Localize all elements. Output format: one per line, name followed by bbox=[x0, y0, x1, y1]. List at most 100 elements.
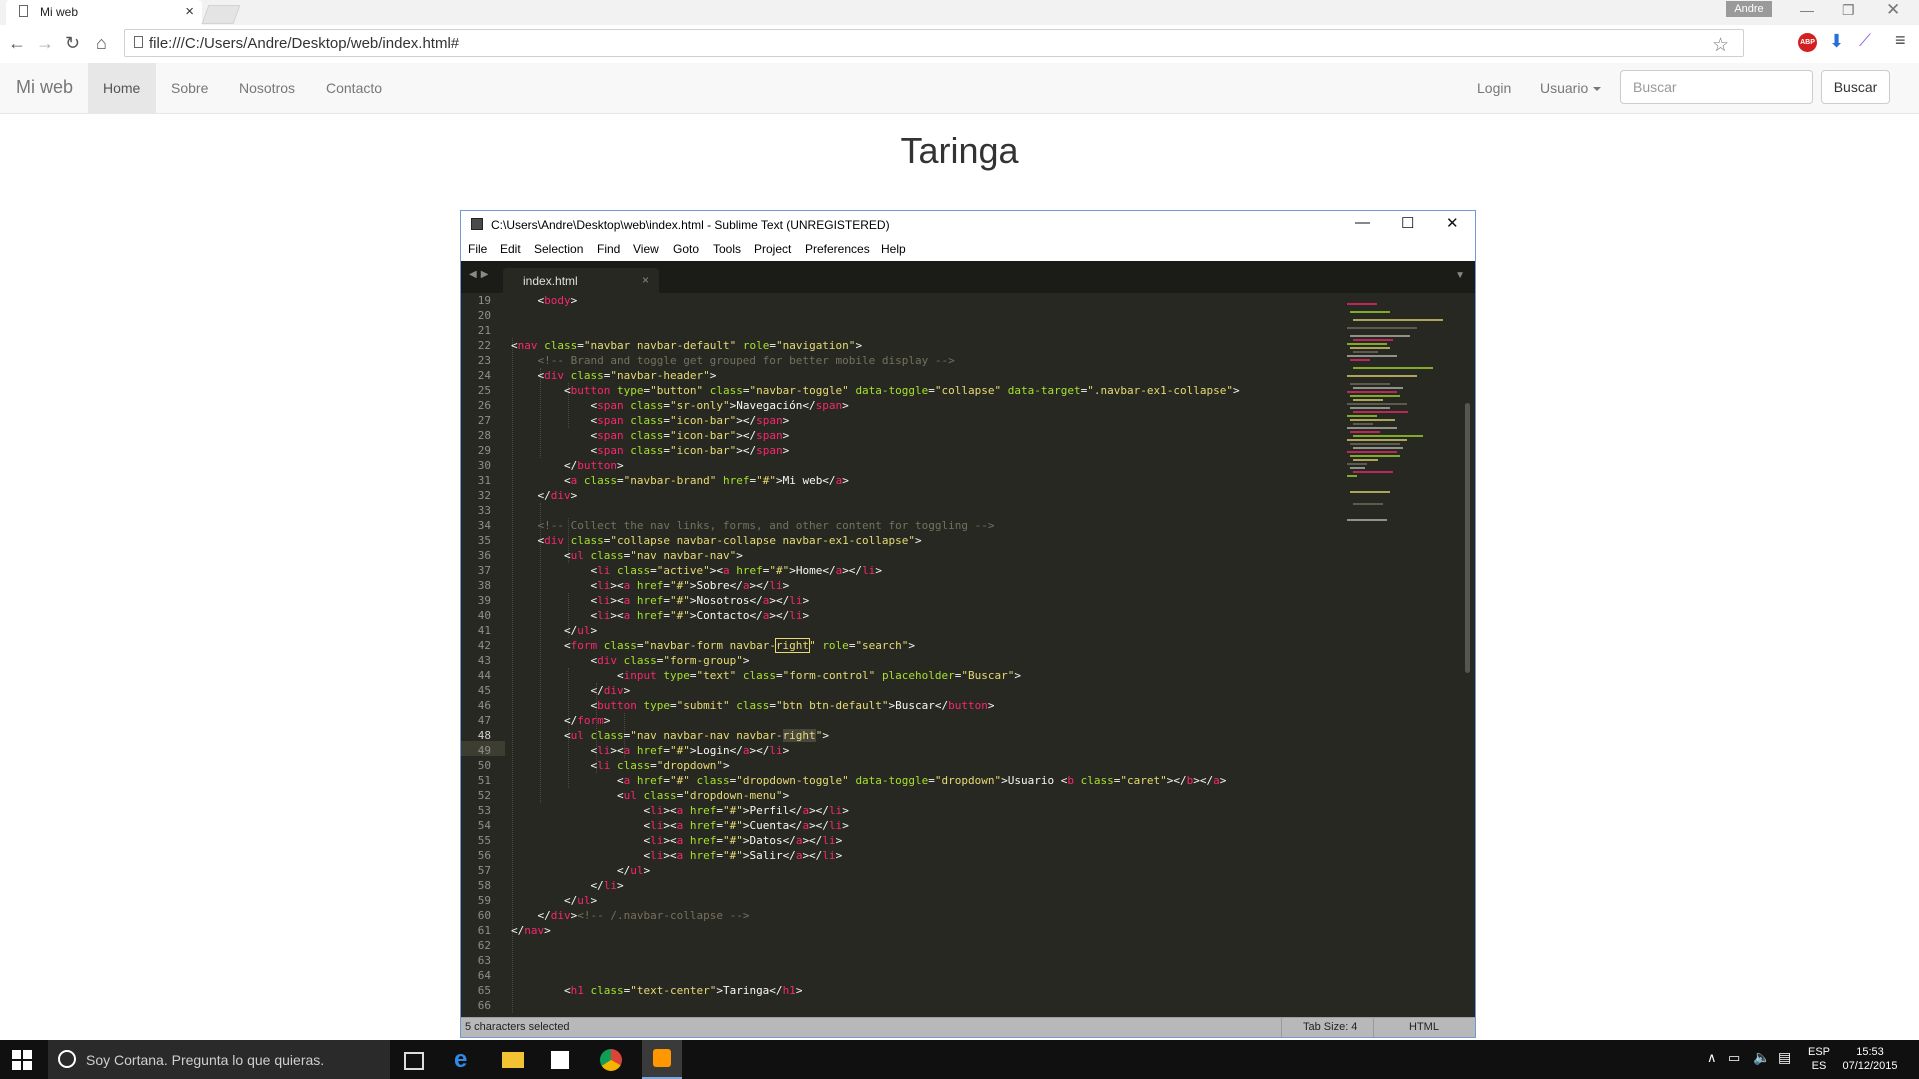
minimap-line bbox=[1350, 383, 1390, 385]
input-language[interactable]: ESP ES bbox=[1808, 1045, 1830, 1073]
menu-goto[interactable]: Goto bbox=[673, 242, 699, 256]
user-profile-badge[interactable]: Andre bbox=[1726, 1, 1772, 17]
minimize-icon[interactable]: — bbox=[1800, 2, 1814, 18]
line-number: 53 bbox=[477, 804, 491, 817]
bookmark-star-icon[interactable]: ☆ bbox=[1712, 34, 1729, 57]
minimap[interactable] bbox=[1341, 293, 1451, 1017]
nav-nosotros[interactable]: Nosotros bbox=[239, 80, 295, 96]
page-icon bbox=[19, 5, 28, 17]
editor-tab-label: index.html bbox=[523, 274, 578, 288]
sublime-maximize-icon[interactable]: ☐ bbox=[1401, 214, 1414, 232]
line-number: 26 bbox=[477, 399, 491, 412]
tab-size-status[interactable]: Tab Size: 4 bbox=[1303, 1021, 1357, 1033]
nav-login[interactable]: Login bbox=[1477, 80, 1511, 96]
navbar-brand[interactable]: Mi web bbox=[16, 77, 73, 98]
minimap-line bbox=[1353, 339, 1393, 341]
tray-expand-icon[interactable]: ∧ bbox=[1707, 1050, 1717, 1066]
line-number: 62 bbox=[477, 939, 491, 952]
nav-sobre[interactable]: Sobre bbox=[171, 80, 208, 96]
minimap-line bbox=[1353, 387, 1403, 389]
system-clock[interactable]: 15:53 07/12/2015 bbox=[1836, 1045, 1904, 1073]
line-number: 64 bbox=[477, 969, 491, 982]
task-view-icon[interactable] bbox=[404, 1052, 424, 1070]
nav-contacto[interactable]: Contacto bbox=[326, 80, 382, 96]
tab-nav-arrows-icon[interactable]: ◀▶ bbox=[469, 269, 492, 280]
line-number: 63 bbox=[477, 954, 491, 967]
line-number: 29 bbox=[477, 444, 491, 457]
cortana-search-box[interactable]: Soy Cortana. Pregunta lo que quieras. bbox=[48, 1040, 390, 1079]
editor-scrollbar[interactable] bbox=[1465, 403, 1470, 673]
line-number: 33 bbox=[477, 504, 491, 517]
edge-icon[interactable]: e bbox=[454, 1046, 480, 1073]
editor-tab-close-icon[interactable]: × bbox=[642, 273, 649, 287]
line-number: 23 bbox=[477, 354, 491, 367]
adblock-icon[interactable]: ABP bbox=[1798, 33, 1817, 52]
minimap-line bbox=[1350, 419, 1395, 421]
close-icon[interactable]: ✕ bbox=[1886, 0, 1900, 20]
menu-help[interactable]: Help bbox=[881, 242, 906, 256]
reload-icon[interactable]: ↻ bbox=[65, 33, 80, 54]
menu-file[interactable]: File bbox=[468, 242, 487, 256]
menu-find[interactable]: Find bbox=[597, 242, 620, 256]
restore-icon[interactable]: ❐ bbox=[1842, 2, 1855, 19]
code-line-46: <button type="submit" class="btn btn-def… bbox=[511, 699, 995, 712]
back-icon[interactable]: ← bbox=[8, 33, 26, 54]
address-bar[interactable]: file:///C:/Users/Andre/Desktop/web/index… bbox=[124, 29, 1744, 57]
minimap-line bbox=[1353, 423, 1373, 425]
store-icon[interactable] bbox=[551, 1051, 569, 1069]
menu-project[interactable]: Project bbox=[754, 242, 791, 256]
sublime-minimize-icon[interactable]: — bbox=[1355, 214, 1370, 231]
syntax-status[interactable]: HTML bbox=[1409, 1021, 1439, 1033]
sublime-close-icon[interactable]: ✕ bbox=[1446, 214, 1459, 232]
line-number: 54 bbox=[477, 819, 491, 832]
line-number: 37 bbox=[477, 564, 491, 577]
code-line-43: <div class="form-group"> bbox=[511, 654, 750, 667]
menu-preferences[interactable]: Preferences bbox=[805, 242, 870, 256]
nav-home[interactable]: Home bbox=[103, 80, 140, 96]
sublime-titlebar[interactable]: C:\Users\Andre\Desktop\web\index.html - … bbox=[461, 211, 1475, 238]
network-icon[interactable]: ▭ bbox=[1728, 1050, 1740, 1066]
new-tab-button[interactable] bbox=[201, 5, 241, 24]
menu-selection[interactable]: Selection bbox=[534, 242, 583, 256]
forward-icon[interactable]: → bbox=[36, 33, 54, 54]
editor-tab[interactable]: index.html × bbox=[503, 268, 659, 293]
tab-dropdown-icon[interactable]: ▼ bbox=[1455, 270, 1465, 281]
volume-icon[interactable]: 🔈 bbox=[1753, 1049, 1770, 1066]
menu-tools[interactable]: Tools bbox=[713, 242, 741, 256]
code-line-19: <body> bbox=[511, 294, 578, 307]
minimap-line bbox=[1347, 355, 1397, 357]
line-number: 40 bbox=[477, 609, 491, 622]
code-line-50: <li class="dropdown"> bbox=[511, 759, 730, 772]
code-line-65: <h1 class="text-center">Taringa</h1> bbox=[511, 984, 803, 997]
nav-usuario-dropdown[interactable]: Usuario bbox=[1540, 80, 1602, 96]
action-center-icon[interactable]: ▤ bbox=[1778, 1049, 1791, 1066]
minimap-line bbox=[1347, 327, 1417, 329]
home-icon[interactable]: ⌂ bbox=[96, 33, 107, 54]
menu-view[interactable]: View bbox=[633, 242, 659, 256]
minimap-line bbox=[1350, 431, 1380, 433]
menu-icon[interactable]: ≡ bbox=[1895, 30, 1906, 51]
usuario-label: Usuario bbox=[1540, 80, 1589, 96]
line-number: 61 bbox=[477, 924, 491, 937]
feather-icon[interactable]: ⟋ bbox=[1859, 31, 1871, 51]
search-button[interactable]: Buscar bbox=[1821, 70, 1890, 104]
line-number: 21 bbox=[477, 324, 491, 337]
code-editor[interactable]: 19 20 21 22 23 24 25 26 27 28 29 30 31 32 33 34 35 36 37 38… bbox=[461, 293, 1475, 1017]
minimap-line bbox=[1350, 443, 1400, 445]
lang-top: ESP bbox=[1808, 1046, 1831, 1058]
code-line-41: </ul> bbox=[511, 624, 598, 637]
chrome-icon[interactable] bbox=[600, 1049, 622, 1071]
sublime-menubar: File Edit Selection Find View Goto Tools… bbox=[461, 238, 1475, 261]
download-icon[interactable]: ⬇ bbox=[1829, 31, 1844, 52]
tab-close-icon[interactable]: × bbox=[185, 3, 194, 20]
menu-edit[interactable]: Edit bbox=[500, 242, 521, 256]
line-number: 19 bbox=[477, 294, 491, 307]
code-line-27: <span class="icon-bar"></span> bbox=[511, 414, 790, 427]
windows-start-icon[interactable] bbox=[12, 1050, 32, 1070]
sublime-taskbar-button[interactable] bbox=[642, 1040, 682, 1079]
browser-tab[interactable]: Mi web × bbox=[6, 0, 202, 25]
search-input[interactable] bbox=[1620, 70, 1813, 104]
code-line-48: <ul class="nav navbar-nav navbar-right"> bbox=[511, 729, 829, 742]
file-explorer-icon[interactable] bbox=[502, 1052, 524, 1068]
code-line-30: </button> bbox=[511, 459, 624, 472]
